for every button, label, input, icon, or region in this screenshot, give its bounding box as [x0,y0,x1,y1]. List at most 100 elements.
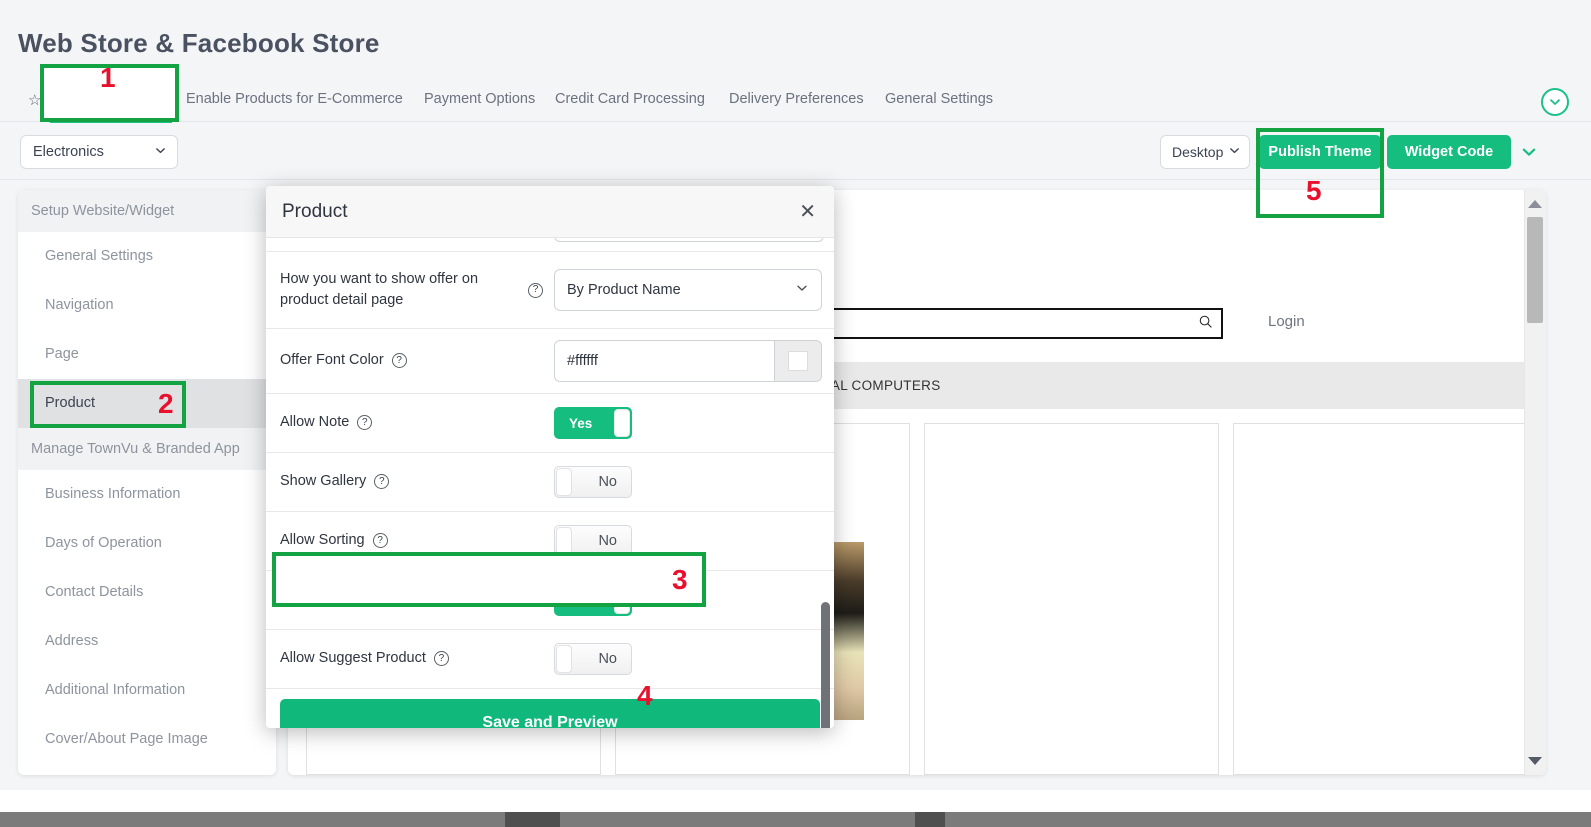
offer-font-color-input[interactable] [554,340,774,382]
toggle-knob [614,409,630,437]
offer-display-mode-value: By Product Name [567,282,681,298]
sidebar-item-general-settings[interactable]: General Settings [18,232,276,281]
row-label-wrap: Offer Font Color ? [280,350,554,371]
toolbar: Electronics Desktop Publish Theme Widget… [0,123,1591,180]
row-label-allow-note: Allow Note [280,412,349,433]
row-label-wrap: Allow Sorting ? [280,530,554,551]
device-select-value: Desktop [1172,144,1223,160]
help-icon[interactable]: ? [373,533,388,548]
show-gallery-toggle[interactable]: No [554,466,632,498]
row-show-gallery: Show Gallery ? No [266,453,834,512]
help-icon[interactable]: ? [434,651,449,666]
row-label-show-gallery: Show Gallery [280,471,366,492]
preview-scrollbar-thumb[interactable] [1527,217,1543,323]
close-icon[interactable]: ✕ [799,202,816,222]
sidebar-section-setup-website-widget: Setup Website/Widget [18,190,276,232]
sidebar-item-address[interactable]: Address [18,617,276,666]
preview-product-card[interactable] [1233,423,1528,775]
chevron-down-icon [795,281,809,299]
sidebar-item-contact-details[interactable]: Contact Details [18,568,276,617]
tab-payment-options[interactable]: Payment Options [424,91,535,107]
tab-credit-card-processing[interactable]: Credit Card Processing [555,91,705,107]
row-offer-display-mode: How you want to show offer on product de… [266,252,834,329]
help-icon[interactable]: ? [377,592,392,607]
modal-title: Product [282,201,347,223]
scroll-up-arrow-icon[interactable] [1528,200,1542,208]
allow-sorting-toggle[interactable]: No [554,525,632,557]
device-select[interactable]: Desktop [1160,135,1250,169]
modal-scrollbar-thumb[interactable] [821,602,830,728]
sidebar-item-days-of-operation[interactable]: Days of Operation [18,519,276,568]
row-label-allow-wishlist: Allow Wishlist [280,589,369,610]
product-settings-modal: Product ✕ How you want to show offer on … [266,186,834,728]
chevron-down-icon [1228,144,1241,160]
modal-partial-row-above [266,238,834,252]
page-horizontal-scrollbar[interactable] [0,812,1591,827]
offer-font-color-control [554,340,822,382]
modal-footer: Save and Preview [266,689,834,728]
save-and-preview-button[interactable]: Save and Preview [280,699,820,728]
modal-header: Product ✕ [266,186,834,238]
toggle-knob [556,645,572,673]
offer-font-color-swatch-button[interactable] [774,340,822,382]
preview-vertical-scrollbar[interactable] [1524,190,1546,775]
preview-login-link[interactable]: Login [1268,313,1305,330]
preview-product-card[interactable] [924,423,1219,775]
help-icon[interactable]: ? [392,353,407,368]
row-allow-sorting: Allow Sorting ? No [266,512,834,571]
allow-note-toggle-value: Yes [555,416,606,431]
chevron-down-icon [154,144,167,161]
scroll-down-arrow-icon[interactable] [1528,757,1542,765]
row-label-wrap: Allow Suggest Product ? [280,648,554,669]
page-bottom-strip [0,790,1591,812]
offer-display-mode-select[interactable]: By Product Name [554,269,822,311]
tab-bar: ☆ Setup Web Store Enable Products for E-… [0,82,1591,122]
site-select[interactable]: Electronics [20,135,178,169]
allow-suggest-product-toggle[interactable]: No [554,643,632,675]
row-label-allow-suggest-product: Allow Suggest Product [280,648,426,669]
row-allow-note: Allow Note ? Yes [266,394,834,453]
row-label-wrap: How you want to show offer on product de… [280,269,554,311]
help-icon[interactable]: ? [528,283,543,298]
toggle-knob [614,586,630,614]
chevron-down-icon[interactable] [1541,88,1569,116]
allow-wishlist-toggle[interactable]: Yes [554,584,632,616]
row-offer-font-color: Offer Font Color ? [266,329,834,394]
show-gallery-toggle-value: No [584,474,631,490]
publish-theme-button[interactable]: Publish Theme [1259,135,1381,169]
help-icon[interactable]: ? [357,415,372,430]
toggle-knob [556,527,572,555]
sidebar-item-navigation[interactable]: Navigation [18,281,276,330]
sidebar-item-page[interactable]: Page [18,330,276,379]
sidebar-section-manage-townvu-branded-app: Manage TownVu & Branded App [18,428,276,470]
sidebar-item-product[interactable]: Product [18,379,276,428]
allow-wishlist-toggle-value: Yes [555,593,606,608]
help-icon[interactable]: ? [374,474,389,489]
modal-body: How you want to show offer on product de… [266,238,834,728]
hscroll-segment[interactable] [915,812,945,827]
row-allow-wishlist: Allow Wishlist ? Yes [266,571,834,630]
search-icon [1198,314,1213,334]
row-allow-suggest-product: Allow Suggest Product ? No [266,630,834,689]
toolbar-chevron-down-icon[interactable] [1520,143,1538,166]
row-label-wrap: Show Gallery ? [280,471,554,492]
tab-enable-products[interactable]: Enable Products for E-Commerce [186,91,403,107]
widget-code-button[interactable]: Widget Code [1387,135,1511,169]
row-label-wrap: Allow Note ? [280,412,554,433]
color-swatch [788,351,808,371]
row-label-allow-sorting: Allow Sorting [280,530,365,551]
site-select-value: Electronics [33,144,104,160]
hscroll-segment[interactable] [505,812,560,827]
sidebar: Setup Website/Widget General Settings Na… [18,190,276,775]
sidebar-item-business-information[interactable]: Business Information [18,470,276,519]
sidebar-item-cover-about-page-image[interactable]: Cover/About Page Image [18,715,276,764]
sidebar-item-additional-information[interactable]: Additional Information [18,666,276,715]
star-outline-icon[interactable]: ☆ [28,93,41,108]
row-label-wrap: Allow Wishlist ? [280,589,554,610]
tab-setup-web-store[interactable]: Setup Web Store [50,91,166,107]
allow-sorting-toggle-value: No [584,533,631,549]
toggle-knob [556,468,572,496]
tab-delivery-preferences[interactable]: Delivery Preferences [729,91,864,107]
allow-note-toggle[interactable]: Yes [554,407,632,439]
tab-general-settings[interactable]: General Settings [885,91,993,107]
